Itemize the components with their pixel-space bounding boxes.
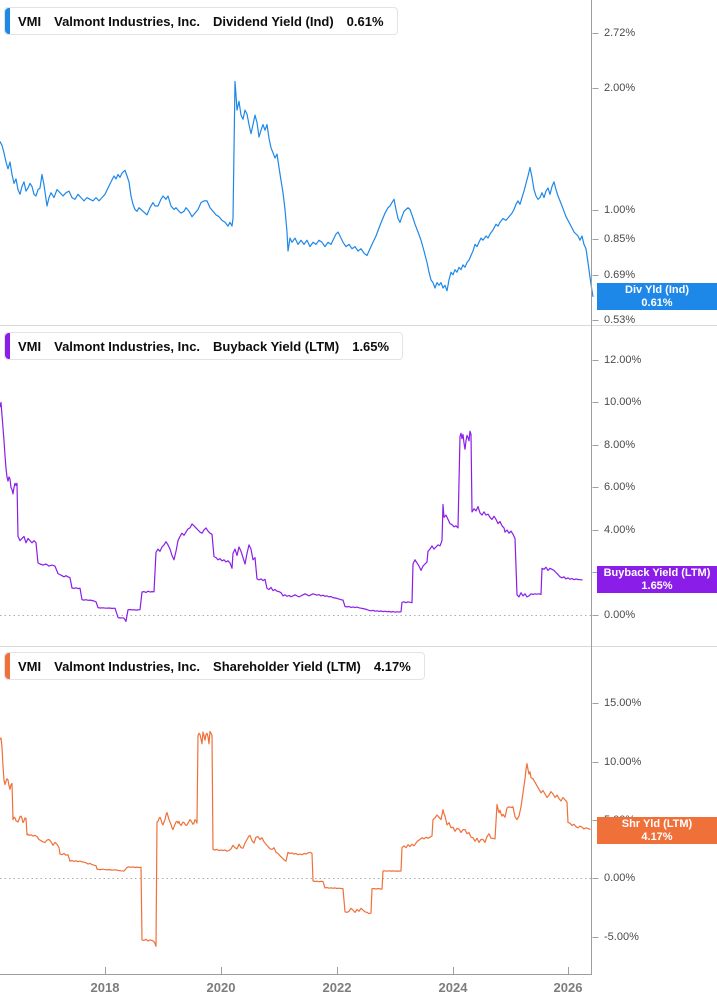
x-axis-year-label: 2020: [206, 980, 236, 995]
x-axis-year-label: 2026: [553, 980, 583, 995]
buyback-yield-line: [0, 401, 583, 623]
legend-ticker: VMI: [18, 338, 42, 354]
legend-company: Valmont Industries, Inc.: [54, 338, 201, 354]
legend-ticker: VMI: [18, 13, 42, 29]
legend-color-bar: [5, 8, 10, 34]
legend-metric: Dividend Yield (Ind): [213, 13, 334, 29]
legend-company: Valmont Industries, Inc.: [54, 13, 201, 29]
dividend-yield-line: [0, 80, 594, 297]
charts-canvas[interactable]: [0, 0, 717, 1005]
legend-ticker: VMI: [18, 658, 42, 674]
stock-yield-charts-panel: VMI Valmont Industries, Inc. Dividend Yi…: [0, 0, 717, 1005]
last-value-badge-dividend-yield: Div Yld (Ind) 0.61%: [597, 283, 717, 310]
legend-company: Valmont Industries, Inc.: [54, 658, 201, 674]
legend-color-bar: [5, 333, 10, 359]
legend-value: 4.17%: [373, 658, 411, 674]
x-axis-year-label: 2024: [438, 980, 468, 995]
badge-metric-label: Buyback Yield (LTM): [603, 567, 711, 579]
last-value-badge-shareholder-yield: Shr Yld (LTM) 4.17%: [597, 817, 717, 844]
badge-value-label: 0.61%: [641, 296, 673, 309]
legend-buyback-yield[interactable]: VMI Valmont Industries, Inc. Buyback Yie…: [4, 332, 404, 360]
legend-value: 1.65%: [352, 338, 390, 354]
last-value-badge-buyback-yield: Buyback Yield (LTM) 1.65%: [597, 566, 717, 593]
legend-color-bar: [5, 653, 10, 679]
legend-value: 0.61%: [346, 13, 384, 29]
badge-metric-label: Div Yld (Ind): [625, 284, 689, 296]
badge-metric-label: Shr Yld (LTM): [621, 818, 693, 830]
shareholder-yield-line: [0, 730, 591, 947]
badge-value-label: 1.65%: [641, 579, 673, 592]
legend-shareholder-yield[interactable]: VMI Valmont Industries, Inc. Shareholder…: [4, 652, 425, 680]
x-axis-year-label: 2022: [322, 980, 352, 995]
legend-metric: Buyback Yield (LTM): [213, 338, 340, 354]
badge-value-label: 4.17%: [641, 830, 673, 843]
legend-metric: Shareholder Yield (LTM): [213, 658, 361, 674]
x-axis-year-label: 2018: [90, 980, 120, 995]
legend-dividend-yield[interactable]: VMI Valmont Industries, Inc. Dividend Yi…: [4, 7, 398, 35]
